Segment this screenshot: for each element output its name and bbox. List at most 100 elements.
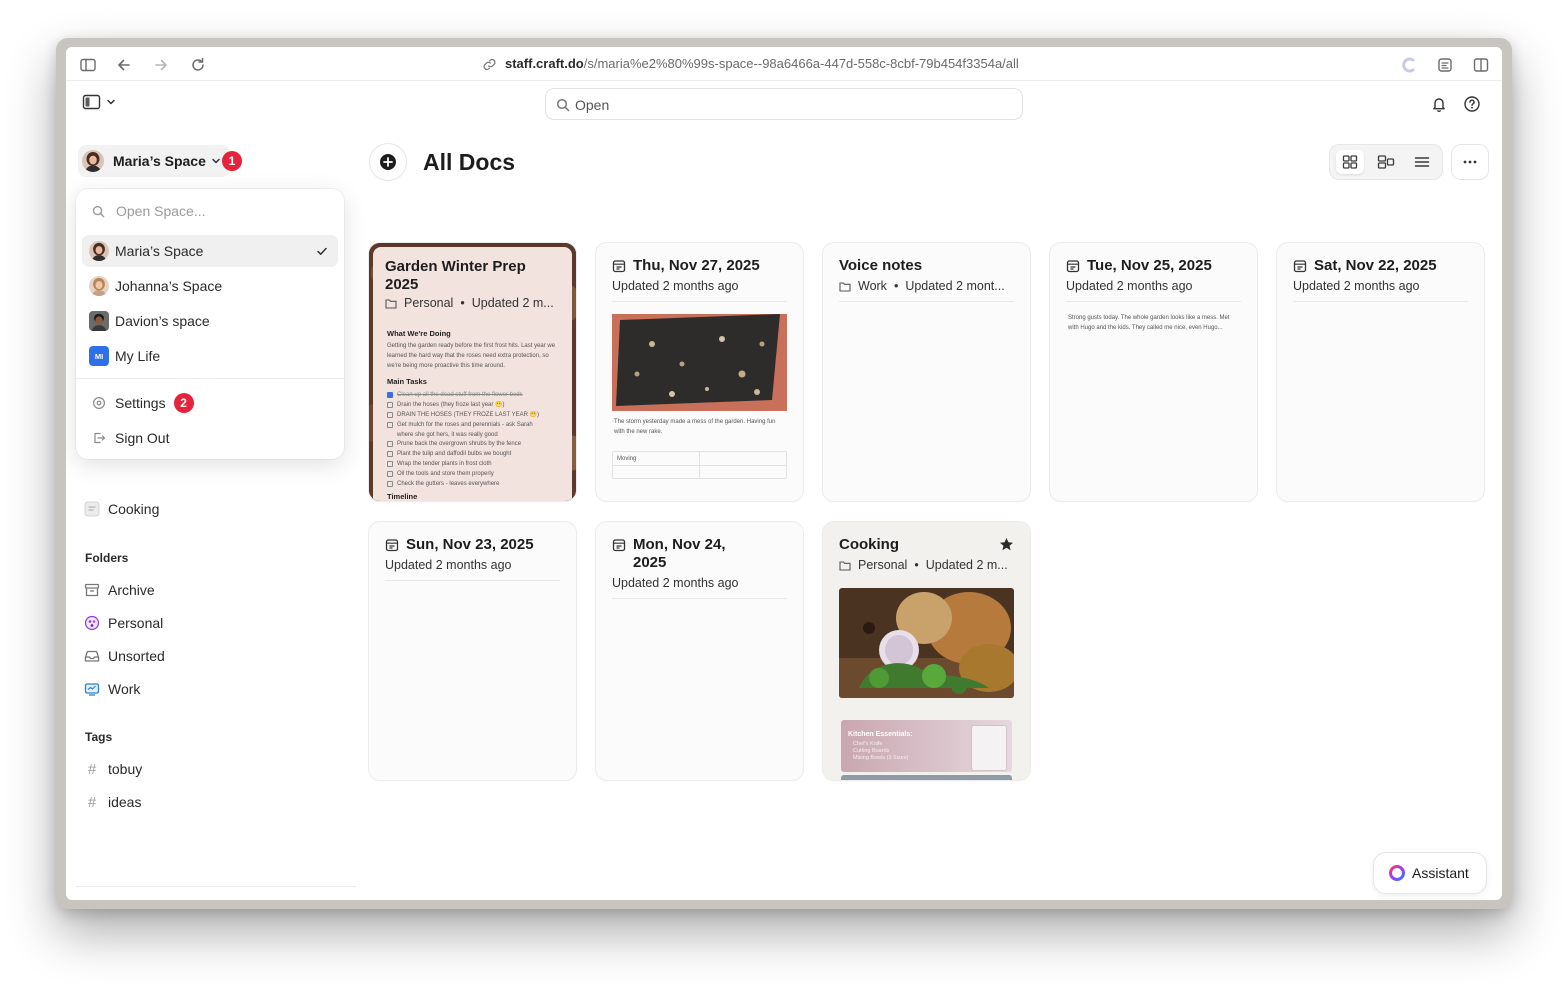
calendar-icon bbox=[385, 539, 399, 552]
avatar bbox=[89, 311, 109, 331]
more-options-button[interactable] bbox=[1452, 145, 1488, 179]
new-doc-button[interactable] bbox=[370, 144, 406, 180]
forward-arrow-icon[interactable] bbox=[152, 56, 170, 74]
doc-card-nov-22[interactable]: Sat, Nov 22, 2025 Updated 2 months ago bbox=[1277, 243, 1484, 501]
vegetables-photo bbox=[839, 588, 1014, 698]
folders-heading: Folders bbox=[85, 551, 129, 565]
sidebar-item-unsorted[interactable]: Unsorted bbox=[84, 644, 165, 668]
bell-icon[interactable] bbox=[1430, 95, 1448, 113]
search-placeholder: Open bbox=[575, 97, 610, 113]
settings-menu-item[interactable]: Settings 2 bbox=[82, 387, 338, 419]
calendar-icon bbox=[1293, 260, 1307, 273]
help-icon[interactable] bbox=[1463, 95, 1481, 113]
card-title: Voice notes bbox=[839, 257, 923, 274]
space-option-davion[interactable]: Davion’s space bbox=[82, 305, 338, 337]
card-divider bbox=[385, 580, 560, 581]
doc-card-voice-notes[interactable]: Voice notes Work • Updated 2 mont... bbox=[823, 243, 1030, 501]
card-title: Mon, Nov 24, 2025 bbox=[612, 536, 742, 572]
sign-out-icon bbox=[94, 432, 106, 444]
preview-task: Get mulch for the roses and perennials -… bbox=[387, 420, 537, 439]
card-folder: Personal bbox=[858, 558, 908, 572]
hash-icon: # bbox=[87, 793, 97, 811]
banner-title: Kitchen Essentials: bbox=[848, 731, 913, 738]
star-icon[interactable] bbox=[999, 537, 1014, 552]
split-view-icon[interactable] bbox=[1472, 56, 1490, 74]
space-option-label: My Life bbox=[115, 348, 161, 364]
preview-heading: Main Tasks bbox=[387, 377, 427, 386]
current-space-name: Maria’s Space bbox=[113, 153, 206, 169]
card-folder: Personal bbox=[404, 296, 454, 310]
doc-card-nov-23[interactable]: Sun, Nov 23, 2025 Updated 2 months ago bbox=[369, 522, 576, 780]
sidebar-item-personal[interactable]: Personal bbox=[84, 611, 163, 635]
doc-card-nov-24[interactable]: Mon, Nov 24, 2025 Updated 2 months ago bbox=[596, 522, 803, 780]
sign-out-menu-item[interactable]: Sign Out bbox=[82, 422, 338, 454]
hash-icon: # bbox=[87, 760, 97, 778]
space-option-johanna[interactable]: Johanna’s Space bbox=[82, 270, 338, 302]
search-icon bbox=[556, 98, 570, 112]
reload-icon[interactable] bbox=[189, 56, 207, 74]
assistant-button[interactable]: Assistant bbox=[1374, 853, 1486, 893]
card-divider bbox=[612, 598, 787, 599]
doc-card-nov-27[interactable]: Thu, Nov 27, 2025 Updated 2 months ago T… bbox=[596, 243, 803, 501]
avatar bbox=[89, 276, 109, 296]
next-image-strip bbox=[841, 775, 1012, 780]
address-bar[interactable]: staff.craft.do/s/maria%e2%80%99s-space--… bbox=[505, 56, 1019, 71]
plus-circle-icon bbox=[380, 154, 396, 170]
layout-menu-button[interactable] bbox=[82, 94, 117, 110]
folder-icon bbox=[839, 560, 851, 571]
link-icon bbox=[483, 58, 496, 71]
settings-label: Settings bbox=[115, 395, 166, 411]
calendar-icon bbox=[1066, 260, 1080, 273]
card-title: Garden Winter Prep 2025 bbox=[385, 258, 526, 293]
inbox-icon bbox=[84, 648, 100, 664]
open-space-search[interactable]: Open Space... bbox=[92, 203, 206, 219]
banner-item: Chef's Knife bbox=[853, 741, 883, 747]
gear-icon bbox=[92, 396, 106, 410]
preview-task: DRAIN THE HOSES (THEY FROZE LAST YEAR 😬) bbox=[387, 410, 563, 420]
card-view-button[interactable] bbox=[1372, 150, 1400, 174]
reader-extension-icon[interactable] bbox=[1436, 56, 1454, 74]
sidebar-item-archive[interactable]: Archive bbox=[84, 578, 155, 602]
sidebar-tag-ideas[interactable]: # ideas bbox=[84, 790, 142, 814]
preview-task: Wrap the tender plants in frost cloth bbox=[387, 459, 563, 469]
card-divider bbox=[1066, 301, 1241, 302]
list-view-button[interactable] bbox=[1408, 150, 1436, 174]
space-switcher-button[interactable]: Maria’s Space bbox=[78, 145, 230, 177]
personal-folder-icon bbox=[84, 615, 100, 631]
sidebar-item-work[interactable]: Work bbox=[84, 677, 140, 701]
search-input[interactable]: Open bbox=[545, 88, 1023, 120]
sidebar-item-label: Personal bbox=[108, 615, 164, 631]
doc-card-cooking[interactable]: Cooking Personal • Updated 2 m... Kitche… bbox=[823, 522, 1030, 780]
space-option-label: Maria’s Space bbox=[115, 243, 204, 259]
doc-card-nov-25[interactable]: Tue, Nov 25, 2025 Updated 2 months ago S… bbox=[1050, 243, 1257, 501]
sidebar-item-label: Archive bbox=[108, 582, 155, 598]
sidebar-item-cooking[interactable]: Cooking bbox=[84, 497, 159, 521]
preview-task: Oil the tools and store them properly bbox=[387, 469, 563, 479]
card-folder: Work bbox=[858, 279, 887, 293]
grid-view-button[interactable] bbox=[1336, 150, 1364, 174]
view-mode-switcher bbox=[1330, 145, 1442, 179]
space-option-mylife[interactable]: MI My Life bbox=[82, 340, 338, 372]
preview-task-list: Clean up all the dead stuff from the flo… bbox=[387, 390, 563, 489]
list-icon bbox=[1414, 157, 1430, 167]
folder-icon bbox=[385, 298, 397, 309]
preview-task: Drain the hoses (they froze last year 😬) bbox=[387, 400, 563, 410]
back-arrow-icon[interactable] bbox=[115, 56, 133, 74]
url-path: /s/maria%e2%80%99s-space--98a6466a-447d-… bbox=[583, 56, 1019, 71]
banner-item: Cutting Boards bbox=[853, 748, 890, 754]
sidebar-tag-tobuy[interactable]: # tobuy bbox=[84, 757, 142, 781]
grid-icon bbox=[1342, 155, 1358, 169]
craft-extension-icon[interactable] bbox=[1400, 56, 1418, 74]
checkmark-icon bbox=[317, 247, 327, 255]
space-option-maria[interactable]: Maria’s Space bbox=[82, 235, 338, 267]
menu-divider bbox=[76, 378, 344, 379]
card-updated: Updated 2 m... bbox=[471, 296, 554, 310]
space-option-label: Johanna’s Space bbox=[115, 278, 223, 294]
doc-card-garden-winter-prep[interactable]: Garden Winter Prep 2025 Personal • Updated… bbox=[369, 243, 576, 501]
preview-heading: What We're Doing bbox=[387, 329, 451, 338]
search-icon bbox=[92, 205, 105, 217]
sidebar-toggle-icon[interactable] bbox=[79, 56, 97, 74]
card-meta: Work • Updated 2 mont... bbox=[839, 279, 1016, 293]
chevron-down-icon bbox=[212, 158, 220, 164]
page-title: All Docs bbox=[423, 149, 516, 175]
